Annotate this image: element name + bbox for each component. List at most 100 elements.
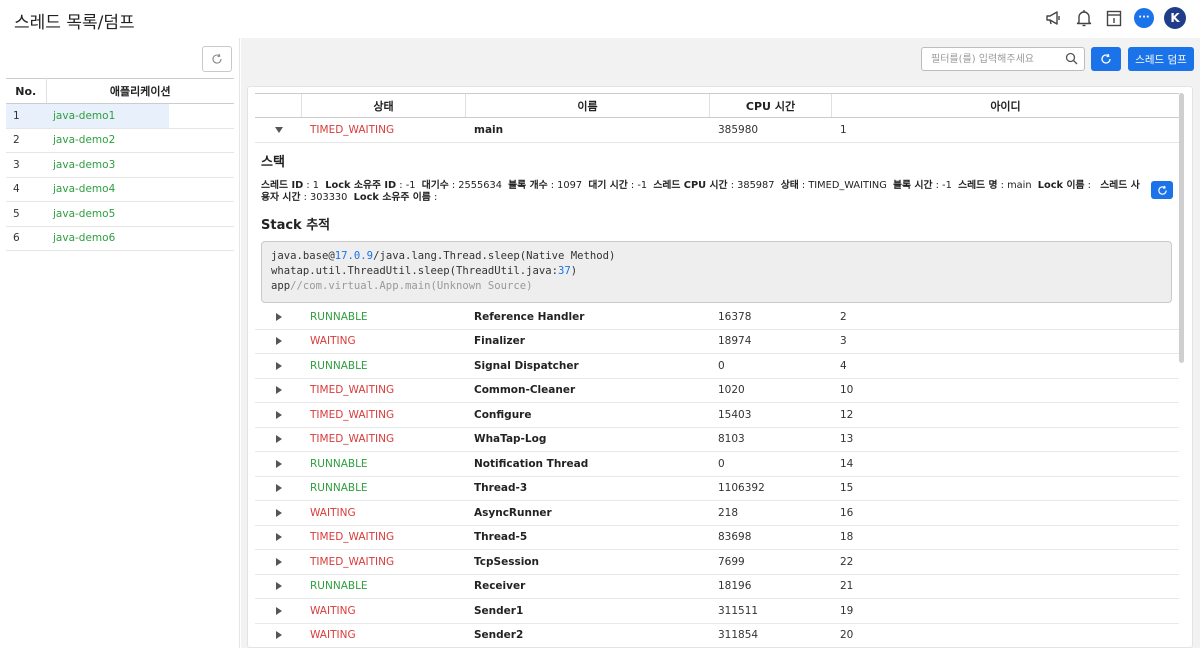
info-item: 블록 개수 : 1097 — [508, 180, 583, 191]
table-row[interactable]: TIMED_WAITING Configure 15403 12 — [255, 403, 1179, 428]
app-no: 2 — [6, 128, 46, 153]
thread-name: WhaTap-Log — [474, 433, 547, 446]
table-row[interactable]: WAITING Sender2 311854 20 — [255, 624, 1179, 648]
app-name[interactable]: java-demo4 — [46, 177, 234, 202]
thread-dump-button[interactable]: 스레드 덤프 — [1128, 47, 1194, 71]
thread-cpu: 311854 — [718, 629, 759, 642]
table-row[interactable]: WAITING Finalizer 18974 3 — [255, 330, 1179, 354]
thread-name: AsyncRunner — [474, 506, 552, 519]
header-actions: ··· K — [1044, 7, 1186, 29]
table-row[interactable]: TIMED_WAITING WhaTap-Log 8103 13 — [255, 428, 1179, 452]
table-row[interactable]: 6 java-demo6 — [6, 226, 234, 251]
thread-id: 16 — [840, 506, 854, 519]
caret-right-icon — [275, 312, 282, 321]
thread-name: TcpSession — [474, 555, 539, 568]
scrollbar-thumb[interactable] — [1179, 93, 1184, 363]
thread-name: main — [474, 123, 504, 136]
thread-cpu: 8103 — [718, 433, 745, 446]
table-row[interactable]: WAITING Sender1 311511 19 — [255, 599, 1179, 624]
table-row[interactable]: RUNNABLE Receiver 18196 21 — [255, 575, 1179, 599]
caret-right-icon — [275, 557, 282, 566]
expand-toggle[interactable] — [255, 410, 302, 420]
table-row[interactable]: RUNNABLE Notification Thread 0 14 — [255, 452, 1179, 477]
expand-toggle[interactable] — [255, 483, 302, 493]
refresh-icon — [1157, 185, 1167, 195]
thread-name: Notification Thread — [474, 457, 589, 470]
stack-line: app//com.virtual.App.main(Unknown Source… — [271, 280, 533, 292]
expand-toggle[interactable] — [255, 336, 302, 346]
refresh-apps-button[interactable] — [202, 46, 232, 72]
refresh-threads-button[interactable] — [1091, 47, 1121, 71]
expand-toggle[interactable] — [255, 606, 302, 616]
table-row[interactable]: RUNNABLE Reference Handler 16378 2 — [255, 305, 1179, 330]
app-name[interactable]: java-demo2 — [46, 128, 234, 153]
thread-list-card: 상태 이름 CPU 시간 아이디 TIMED_WAITING main 3859… — [247, 86, 1193, 648]
info-item: 블록 시간 : -1 — [893, 180, 952, 191]
expand-toggle[interactable] — [255, 557, 302, 567]
stack-trace-title: Stack 추적 — [261, 218, 331, 233]
expand-toggle[interactable] — [255, 581, 302, 591]
avatar[interactable]: K — [1164, 7, 1186, 29]
thread-state: RUNNABLE — [310, 482, 368, 495]
thread-name: Signal Dispatcher — [474, 359, 579, 372]
chat-icon[interactable]: ··· — [1134, 8, 1154, 28]
megaphone-icon[interactable] — [1044, 7, 1064, 29]
application-table: No. 애플리케이션 1 java-demo1 2 java-demo2 3 java-d… — [6, 78, 234, 251]
table-row[interactable]: 2 java-demo2 — [6, 128, 234, 153]
top-bar: 스레드 목록/덤프 ··· K — [0, 0, 1200, 38]
table-row[interactable]: RUNNABLE Signal Dispatcher 0 4 — [255, 354, 1179, 379]
filter-input[interactable] — [922, 48, 1052, 70]
expand-toggle[interactable] — [255, 630, 302, 640]
expand-toggle[interactable] — [255, 361, 302, 371]
table-row[interactable]: TIMED_WAITING Common-Cleaner 1020 10 — [255, 379, 1179, 403]
thread-area: 스레드 덤프 상태 이름 CPU 시간 아이디 TIMED_WAITING ma… — [241, 38, 1200, 648]
document-icon[interactable] — [1104, 7, 1124, 29]
app-name[interactable]: java-demo5 — [46, 201, 234, 227]
column-header-cpu[interactable]: CPU 시간 — [710, 94, 832, 117]
table-row[interactable]: RUNNABLE Thread-3 1106392 15 — [255, 477, 1179, 501]
expand-toggle[interactable] — [255, 434, 302, 444]
column-header-id[interactable]: 아이디 — [832, 94, 1179, 117]
thread-name: Reference Handler — [474, 310, 585, 323]
app-name[interactable]: java-demo3 — [46, 152, 234, 178]
table-row[interactable]: 5 java-demo5 — [6, 201, 234, 227]
collapse-toggle[interactable] — [255, 126, 302, 134]
caret-right-icon — [275, 508, 282, 517]
scrollbar[interactable] — [1179, 93, 1185, 647]
search-icon[interactable] — [1065, 52, 1078, 68]
column-header-no[interactable]: No. — [6, 78, 47, 104]
table-row[interactable]: TIMED_WAITING Thread-5 83698 18 — [255, 526, 1179, 550]
table-row[interactable]: 4 java-demo4 — [6, 177, 234, 202]
column-header-application[interactable]: 애플리케이션 — [46, 78, 234, 104]
table-row[interactable]: WAITING AsyncRunner 218 16 — [255, 501, 1179, 526]
info-item: 스레드 ID : 1 — [261, 180, 319, 191]
thread-id: 20 — [840, 629, 854, 642]
table-row[interactable]: 1 java-demo1 — [6, 103, 234, 129]
table-row-main[interactable]: TIMED_WAITING main 385980 1 — [255, 118, 1179, 143]
thread-name: Configure — [474, 408, 532, 421]
refresh-detail-button[interactable] — [1151, 181, 1173, 199]
column-header-name[interactable]: 이름 — [466, 94, 710, 117]
expand-toggle[interactable] — [255, 459, 302, 469]
table-row[interactable]: 3 java-demo3 — [6, 152, 234, 178]
expand-toggle[interactable] — [255, 532, 302, 542]
thread-name: Finalizer — [474, 335, 525, 348]
info-item: 스레드 CPU 시간 : 385987 — [653, 180, 775, 191]
column-header-state[interactable]: 상태 — [302, 94, 466, 117]
bell-icon[interactable] — [1074, 7, 1094, 29]
thread-cpu: 385980 — [718, 123, 759, 136]
expand-toggle[interactable] — [255, 508, 302, 518]
thread-name: Common-Cleaner — [474, 384, 576, 397]
thread-name: Thread-5 — [474, 531, 528, 544]
expand-toggle[interactable] — [255, 312, 302, 322]
app-name[interactable]: java-demo6 — [46, 226, 234, 251]
info-item: Lock 이름 : — [1037, 180, 1095, 191]
expand-toggle[interactable] — [255, 385, 302, 395]
thread-id: 3 — [840, 335, 847, 348]
caret-right-icon — [275, 533, 282, 542]
filter-search-box[interactable] — [921, 47, 1085, 71]
thread-state: RUNNABLE — [310, 457, 368, 470]
app-name[interactable]: java-demo1 — [46, 103, 234, 129]
thread-name: Receiver — [474, 580, 526, 593]
table-row[interactable]: TIMED_WAITING TcpSession 7699 22 — [255, 550, 1179, 575]
